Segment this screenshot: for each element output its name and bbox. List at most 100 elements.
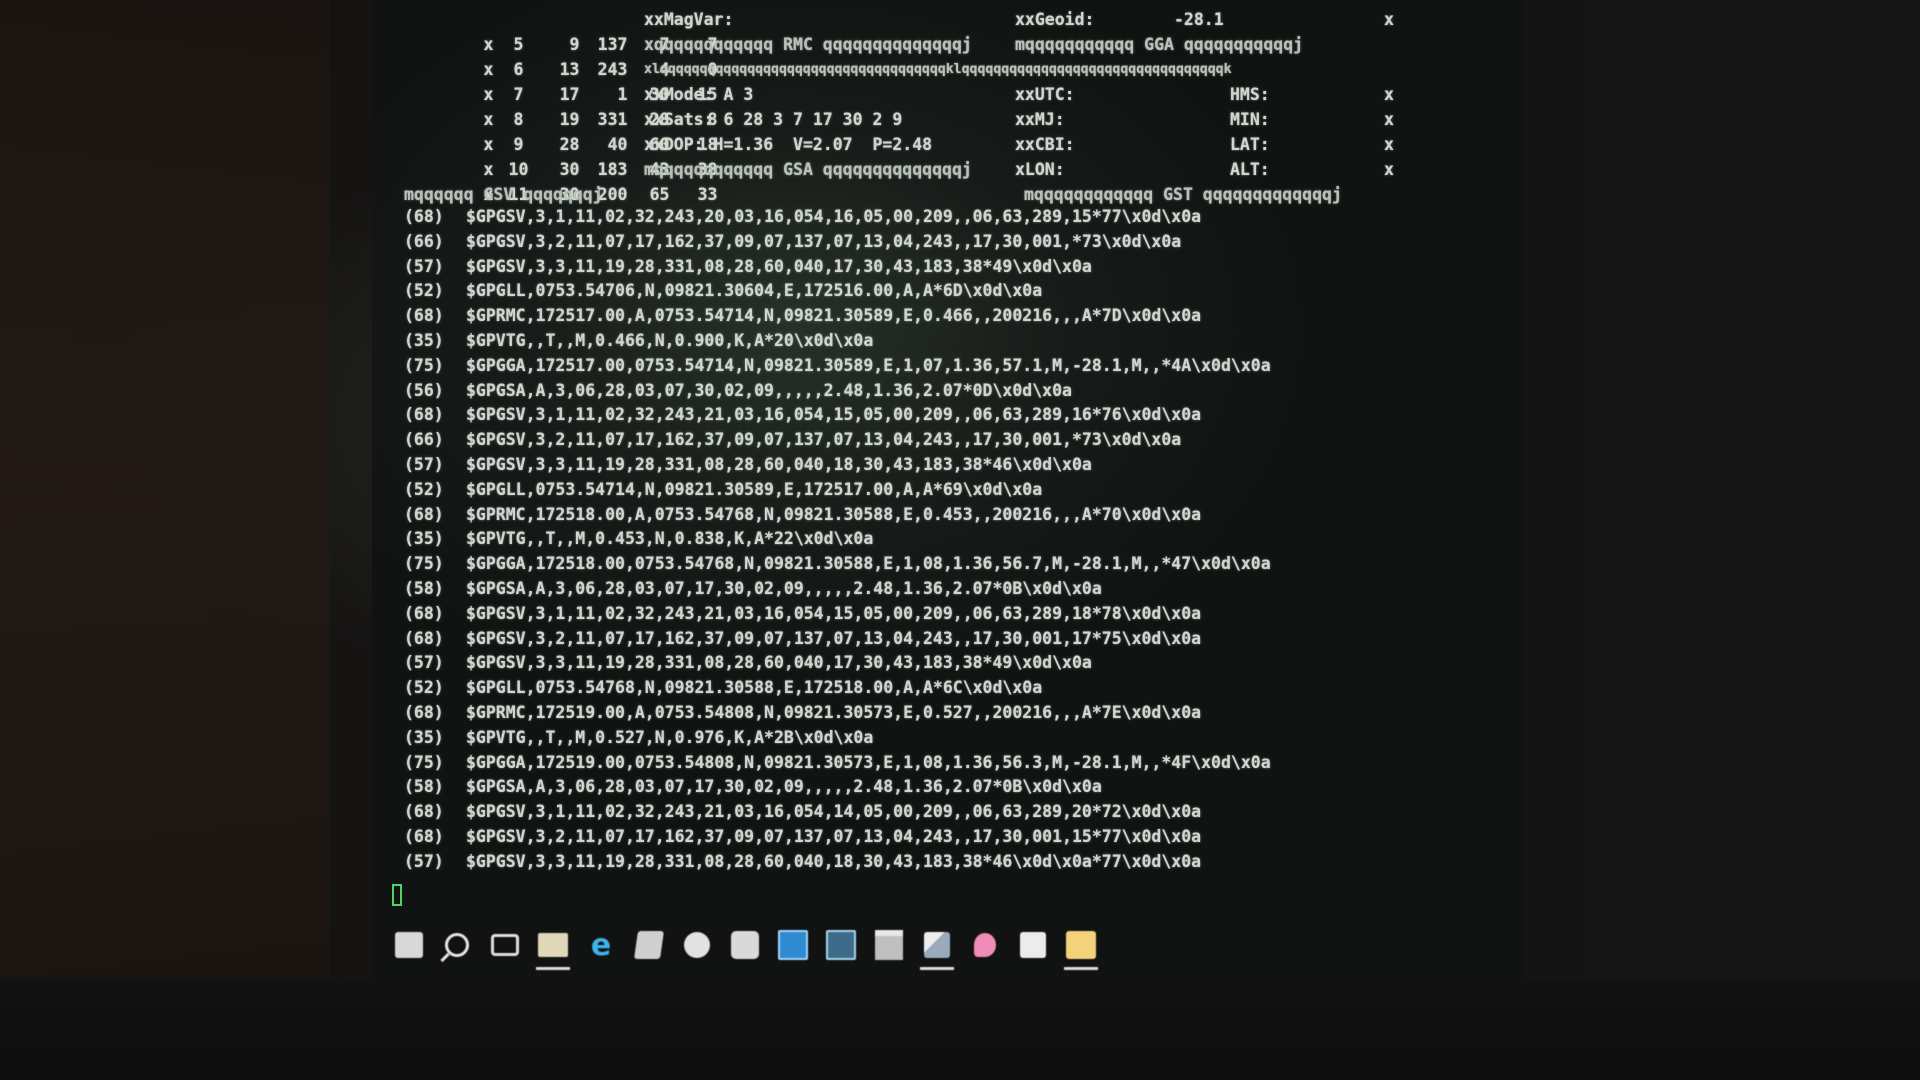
nmea-sentence: $GPGLL,0753.54706,N,09821.30604,E,172516… bbox=[466, 281, 1043, 301]
sentence-length: (68) bbox=[404, 802, 444, 822]
log-line: (68) $GPGSV,3,1,11,02,32,243,20,03,16,054… bbox=[404, 205, 1514, 230]
sentence-length: (57) bbox=[404, 256, 444, 276]
gga-border: mqqqqqqqqqqq GGA qqqqqqqqqqqj bbox=[1015, 35, 1304, 54]
log-line: (75) $GPGGA,172519.00,0753.54808,N,09821.… bbox=[404, 751, 1514, 776]
document-icon[interactable] bbox=[632, 928, 666, 962]
log-line: (57) $GPGSV,3,3,11,19,28,331,08,28,60,040… bbox=[404, 255, 1514, 280]
sentence-length: (68) bbox=[404, 405, 444, 425]
sentence-length: (57) bbox=[404, 454, 444, 474]
edge-glyph: e bbox=[590, 927, 612, 963]
log-line: (52) $GPGLL,0753.54768,N,09821.30588,E,17… bbox=[404, 676, 1514, 701]
log-line: (57) $GPGSV,3,3,11,19,28,331,08,28,60,040… bbox=[404, 651, 1514, 676]
nmea-sentence: $GPGSV,3,2,11,07,17,162,37,09,07,137,07,… bbox=[466, 231, 1182, 251]
cbi-label: xxCBI: bbox=[1015, 135, 1075, 154]
nmea-sentence: $GPGSV,3,2,11,07,17,162,37,09,07,137,07,… bbox=[466, 826, 1202, 846]
gps-status-panel: x 5 9 137 7 7 x 6 13 243 4 0 x 7 17 1 30 15 x 8 19 331 28 8 … bbox=[372, 0, 1522, 204]
min-label: MIN: bbox=[1230, 110, 1270, 129]
nmea-sentence: $GPVTG,,T,,M,0.466,N,0.900,K,A*20\x0d\x0… bbox=[466, 330, 874, 350]
sentence-length: (68) bbox=[404, 306, 444, 326]
sentence-length: (52) bbox=[404, 678, 444, 698]
terminal-window[interactable]: x 5 9 137 7 7 x 6 13 243 4 0 x 7 17 1 30 15 x 8 19 331 28 8 … bbox=[372, 0, 1522, 906]
nmea-sentence: $GPRMC,172518.00,A,0753.54768,N,09821.30… bbox=[466, 504, 1202, 524]
chat-icon[interactable] bbox=[968, 928, 1002, 962]
nmea-sentence: $GPVTG,,T,,M,0.453,N,0.838,K,A*22\x0d\x0… bbox=[466, 529, 874, 549]
utc-label: xxUTC: bbox=[1015, 85, 1075, 104]
dop-label: xxDOP: H=1.36 V=2.07 P=2.48 bbox=[644, 135, 933, 154]
square-app-icon[interactable] bbox=[1016, 928, 1050, 962]
nmea-sentence: $GPRMC,172517.00,A,0753.54714,N,09821.30… bbox=[466, 306, 1202, 326]
sentence-length: (35) bbox=[404, 330, 444, 350]
nmea-sentence: $GPRMC,172519.00,A,0753.54808,N,09821.30… bbox=[466, 702, 1202, 722]
sats-label: xxSats: 6 28 3 7 17 30 2 9 bbox=[644, 110, 903, 129]
nmea-sentence: $GPGSA,A,3,06,28,03,07,30,02,09,,,,,2.48… bbox=[466, 380, 1072, 400]
border-x: x bbox=[1384, 85, 1394, 104]
log-line: (66) $GPGSV,3,2,11,07,17,162,37,09,07,137… bbox=[404, 230, 1514, 255]
middle-border: xlqqqqqqqqqqqqqqqqqqqqqqqqqqqqqqqqqqqqkl… bbox=[644, 62, 1232, 77]
lat-label: LAT: bbox=[1230, 135, 1270, 154]
edge-browser-icon[interactable]: e bbox=[584, 927, 618, 963]
search-icon[interactable] bbox=[440, 928, 474, 962]
sentence-length: (57) bbox=[404, 653, 444, 673]
nmea-sentence: $GPGSV,3,3,11,19,28,331,08,28,60,040,18,… bbox=[466, 851, 1202, 871]
sentence-length: (68) bbox=[404, 207, 444, 226]
log-line: (68) $GPRMC,172518.00,A,0753.54768,N,0982… bbox=[404, 503, 1514, 528]
nmea-sentence: $GPVTG,,T,,M,0.527,N,0.976,K,A*2B\x0d\x0… bbox=[466, 727, 874, 747]
log-line: (35) $GPVTG,,T,,M,0.527,N,0.976,K,A*2B\x0… bbox=[404, 726, 1514, 751]
sentence-length: (35) bbox=[404, 727, 444, 747]
pen-icon[interactable] bbox=[920, 928, 954, 970]
window-icon[interactable] bbox=[872, 928, 906, 962]
log-line: (75) $GPGGA,172517.00,0753.54714,N,09821.… bbox=[404, 354, 1514, 379]
sentence-length: (66) bbox=[404, 430, 444, 450]
log-line: (68) $GPGSV,3,2,11,07,17,162,37,09,07,137… bbox=[404, 627, 1514, 652]
nmea-log: (68) $GPGSV,3,1,11,02,32,243,20,03,16,054… bbox=[404, 205, 1514, 875]
nmea-sentence: $GPGLL,0753.54768,N,09821.30588,E,172518… bbox=[466, 678, 1043, 698]
border-x: x bbox=[1384, 135, 1394, 154]
mj-label: xxMJ: bbox=[1015, 110, 1065, 129]
mode-label: xxMode: A 3 bbox=[644, 85, 754, 104]
store-icon[interactable] bbox=[728, 928, 762, 962]
sentence-length: (58) bbox=[404, 777, 444, 797]
sentence-length: (75) bbox=[404, 752, 444, 772]
sticky-notes-icon[interactable] bbox=[1064, 928, 1098, 970]
magvar-label: xxMagVar: bbox=[644, 10, 734, 29]
terminal-icon[interactable] bbox=[824, 928, 858, 962]
log-line: (52) $GPGLL,0753.54706,N,09821.30604,E,17… bbox=[404, 279, 1514, 304]
log-line: (56) $GPGSA,A,3,06,28,03,07,30,02,09,,,,,… bbox=[404, 379, 1514, 404]
sentence-length: (58) bbox=[404, 578, 444, 598]
border-x: x bbox=[1384, 10, 1394, 29]
nmea-sentence: $GPGSV,3,1,11,02,32,243,21,03,16,054,15,… bbox=[466, 405, 1202, 425]
nmea-sentence: $GPGSV,3,2,11,07,17,162,37,09,07,137,07,… bbox=[466, 628, 1202, 648]
nmea-sentence: $GPGSV,3,1,11,02,32,243,21,03,16,054,14,… bbox=[466, 802, 1202, 822]
log-line: (68) $GPRMC,172517.00,A,0753.54714,N,0982… bbox=[404, 304, 1514, 329]
sentence-length: (57) bbox=[404, 851, 444, 871]
log-line: (57) $GPGSV,3,3,11,19,28,331,08,28,60,040… bbox=[404, 850, 1514, 875]
nmea-sentence: $GPGSV,3,1,11,02,32,243,20,03,16,054,16,… bbox=[466, 207, 1202, 226]
taskbar: e bbox=[392, 920, 1292, 974]
lon-label: xLON: bbox=[1015, 160, 1065, 179]
rmc-border: xqqqqqqqqqqqq RMC qqqqqqqqqqqqqqj bbox=[644, 35, 972, 54]
nmea-sentence: $GPGSV,3,2,11,07,17,162,37,09,07,137,07,… bbox=[466, 430, 1182, 450]
this-pc-icon[interactable] bbox=[776, 928, 810, 962]
gsa-border: mqqqqqqqqqqqq GSA qqqqqqqqqqqqqqj bbox=[644, 160, 972, 179]
log-line: (57) $GPGSV,3,3,11,19,28,331,08,28,60,040… bbox=[404, 453, 1514, 478]
border-x: x bbox=[1384, 160, 1394, 179]
sentence-length: (68) bbox=[404, 702, 444, 722]
log-line: (68) $GPRMC,172519.00,A,0753.54808,N,0982… bbox=[404, 701, 1514, 726]
nmea-sentence: $GPGSV,3,3,11,19,28,331,08,28,60,040,17,… bbox=[466, 256, 1092, 276]
sentence-length: (68) bbox=[404, 504, 444, 524]
sentence-length: (75) bbox=[404, 355, 444, 375]
room-shadow bbox=[0, 0, 330, 1080]
nmea-sentence: $GPGSA,A,3,06,28,03,07,17,30,02,09,,,,,2… bbox=[466, 578, 1102, 598]
hms-label: HMS: bbox=[1230, 85, 1270, 104]
file-explorer-icon[interactable] bbox=[536, 928, 570, 970]
circle-app-icon[interactable] bbox=[680, 928, 714, 962]
windows-start-icon[interactable] bbox=[392, 928, 426, 962]
geoid-value: -28.1 bbox=[1174, 10, 1224, 29]
log-line: (68) $GPGSV,3,1,11,02,32,243,21,03,16,054… bbox=[404, 602, 1514, 627]
task-view-icon[interactable] bbox=[488, 928, 522, 962]
log-line: (68) $GPGSV,3,2,11,07,17,162,37,09,07,137… bbox=[404, 825, 1514, 850]
sat-snr: 65 bbox=[649, 184, 670, 204]
sentence-length: (35) bbox=[404, 529, 444, 549]
terminal-cursor bbox=[392, 884, 402, 906]
log-line: (66) $GPGSV,3,2,11,07,17,162,37,09,07,137… bbox=[404, 428, 1514, 453]
